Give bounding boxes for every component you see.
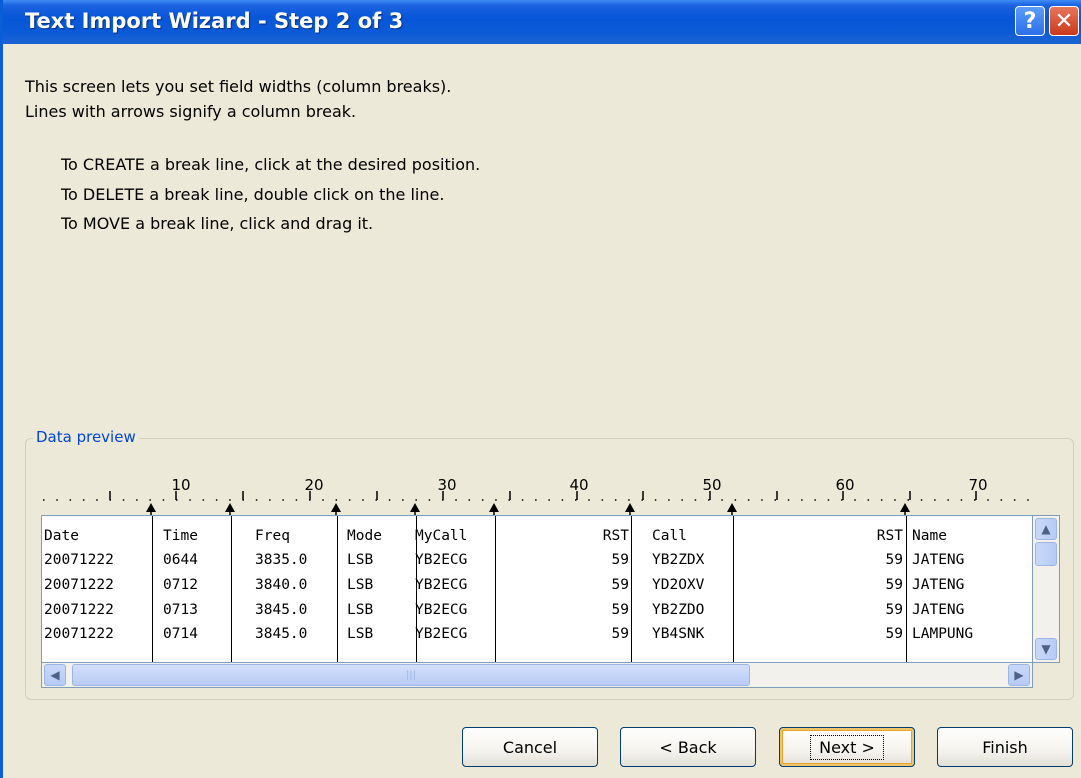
preview-cell: 59 [611,577,629,593]
preview-cell: 59 [611,626,629,642]
preview-cell: 3845.0 [255,602,308,618]
preview-cell: 0712 [163,577,198,593]
preview-cell: 59 [611,602,629,618]
preview-cell: 20071222 [44,602,114,618]
preview-cell: 59 [885,626,903,642]
preview-cell: YB2ECG [415,552,468,568]
finish-button[interactable]: Finish [937,727,1073,767]
preview-cell: Mode [347,528,382,544]
column-break-line[interactable] [337,516,338,662]
preview-cell: 20071222 [44,577,114,593]
preview-cell: Freq [255,528,290,544]
ruler-label-60: 60 [835,476,854,494]
finish-button-label: Finish [982,737,1028,757]
preview-cell: RST [876,528,903,544]
scroll-right-button[interactable]: ▶ [1008,664,1030,686]
column-break-line[interactable] [906,516,907,662]
preview-cell: 0644 [163,552,198,568]
preview-cell: LSB [347,552,374,568]
scroll-left-button[interactable]: ◀ [44,664,66,686]
vertical-scrollbar[interactable]: ▲ ▼ [1033,515,1060,663]
preview-cell: JATENG [912,552,965,568]
column-break-line[interactable] [733,516,734,662]
ruler-label-70: 70 [968,476,987,494]
preview-cell: YB2ZDX [652,552,705,568]
chevron-right-icon: ▶ [1014,668,1024,682]
preview-cell: Time [163,528,198,544]
ruler-label-10: 10 [171,476,190,494]
preview-cell: YB2ZDO [652,602,705,618]
preview-cell: MyCall [415,528,468,544]
preview-cell: Date [44,528,79,544]
horizontal-scrollbar[interactable]: ◀ ||| ▶ [41,663,1033,688]
chevron-up-icon: ▲ [1041,522,1051,536]
back-button[interactable]: < Back [620,727,756,767]
preview-cell: JATENG [912,602,965,618]
data-preview-grid[interactable]: Date Time Freq Mode MyCall RST Call RST … [41,515,1033,663]
horizontal-scroll-thumb[interactable]: ||| [72,664,750,686]
preview-cell: YB2ECG [415,626,468,642]
cancel-button-label: Cancel [502,737,558,757]
preview-cell: LAMPUNG [912,626,974,642]
preview-cell: 3835.0 [255,552,308,568]
preview-cell: 20071222 [44,626,114,642]
next-button[interactable]: Next > [779,727,915,767]
column-break-line[interactable] [631,516,632,662]
preview-cell: YD2OXV [652,577,705,593]
preview-cell: 0713 [163,602,198,618]
preview-cell: 3840.0 [255,577,308,593]
ruler-label-40: 40 [569,476,588,494]
preview-cell: LSB [347,602,374,618]
preview-cell: 59 [885,552,903,568]
preview-cell: LSB [347,626,374,642]
column-break-line[interactable] [495,516,496,662]
ruler-label-30: 30 [437,476,456,494]
cancel-button[interactable]: Cancel [462,727,598,767]
preview-cell: LSB [347,577,374,593]
preview-cell: 59 [611,552,629,568]
preview-cell: 59 [885,577,903,593]
preview-cell: Call [652,528,687,544]
text-import-wizard-dialog: Text Import Wizard - Step 2 of 3 ? ✕ Thi… [0,0,1081,778]
next-button-label: Next > [810,734,884,760]
preview-cell: 3845.0 [255,626,308,642]
grip-icon: ||| [405,669,417,681]
ruler-label-20: 20 [304,476,323,494]
preview-cell: JATENG [912,577,965,593]
chevron-left-icon: ◀ [50,668,60,682]
preview-cell: Name [912,528,947,544]
preview-cell: RST [602,528,629,544]
chevron-down-icon: ▼ [1041,642,1051,656]
ruler-label-50: 50 [702,476,721,494]
preview-cell: 0714 [163,626,198,642]
preview-cell: 20071222 [44,552,114,568]
scroll-up-button[interactable]: ▲ [1035,518,1057,540]
preview-cell: YB4SNK [652,626,705,642]
column-break-line[interactable] [152,516,153,662]
preview-cell: 59 [885,602,903,618]
scroll-down-button[interactable]: ▼ [1035,638,1057,660]
preview-cell: YB2ECG [415,577,468,593]
back-button-label: < Back [659,737,717,757]
vertical-scroll-thumb[interactable] [1035,542,1057,566]
column-ruler[interactable]: 10 20 30 40 50 60 70 [3,0,1081,520]
preview-cell: YB2ECG [415,602,468,618]
column-break-line[interactable] [231,516,232,662]
